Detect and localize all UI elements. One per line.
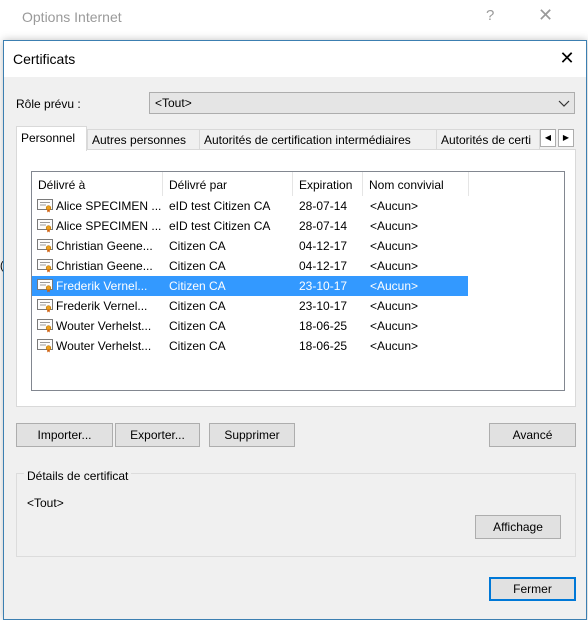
- remove-button[interactable]: Supprimer: [209, 423, 295, 447]
- cell-issued-by: Citizen CA: [169, 279, 226, 293]
- chevron-down-icon: [558, 100, 570, 107]
- cell-expiration: 28-07-14: [299, 219, 348, 233]
- tab-scroll-right-button[interactable]: ▶: [558, 129, 574, 147]
- advanced-button[interactable]: Avancé: [489, 423, 576, 447]
- tab-label: Autorités de certi: [441, 133, 532, 147]
- cell-friendly-name: <Aucun>: [370, 259, 419, 273]
- cell-friendly-name: <Aucun>: [370, 339, 419, 353]
- tab-root-ca[interactable]: Autorités de certi: [436, 129, 540, 150]
- cell-issued-by: eID test Citizen CA: [169, 199, 271, 213]
- cell-issued-to: Frederik Vernel...: [56, 299, 148, 313]
- column-header-issued-to[interactable]: Délivré à: [32, 172, 163, 196]
- column-header-expiration[interactable]: Expiration: [293, 172, 363, 196]
- certificate-details-value: <Tout>: [27, 496, 64, 510]
- cell-friendly-name: <Aucun>: [370, 199, 419, 213]
- cell-issued-by: Citizen CA: [169, 259, 226, 273]
- certificate-icon: [37, 219, 53, 233]
- column-header-issued-by[interactable]: Délivré par: [163, 172, 293, 196]
- cell-friendly-name: <Aucun>: [370, 299, 419, 313]
- background-close-icon[interactable]: ✕: [538, 5, 553, 26]
- certificate-row[interactable]: Christian Geene... Citizen CA 04-12-17 <Auc…: [32, 256, 468, 276]
- certificate-icon: [37, 319, 53, 333]
- cell-issued-to: Frederik Vernel...: [56, 279, 148, 293]
- tab-panel-personnel: Délivré à Délivré par Expiration Nom con…: [16, 149, 576, 407]
- certificate-icon: [37, 239, 53, 253]
- certificate-row[interactable]: Wouter Verhelst... Citizen CA 18-06-25 <Auc…: [32, 336, 468, 356]
- cell-friendly-name: <Aucun>: [370, 219, 419, 233]
- dialog-titlebar: Certificats ✕: [4, 41, 586, 77]
- cell-issued-by: Citizen CA: [169, 239, 226, 253]
- intended-role-select[interactable]: <Tout>: [149, 92, 575, 114]
- export-button[interactable]: Exporter...: [115, 423, 200, 447]
- certificates-dialog: Certificats ✕ Rôle prévu : <Tout> Person…: [3, 40, 587, 620]
- cell-issued-by: Citizen CA: [169, 339, 226, 353]
- tab-strip: Personnel Autres personnes Autorités de …: [16, 126, 576, 151]
- cell-issued-by: Citizen CA: [169, 299, 226, 313]
- cell-issued-to: Christian Geene...: [56, 259, 153, 273]
- dialog-title: Certificats: [13, 51, 76, 67]
- certificate-icon: [37, 299, 53, 313]
- cell-expiration: 18-06-25: [299, 339, 348, 353]
- column-header-friendly-name[interactable]: Nom convivial: [363, 172, 469, 196]
- tab-intermediate-ca[interactable]: Autorités de certification intermédiaire…: [199, 129, 437, 150]
- cell-friendly-name: <Aucun>: [370, 239, 419, 253]
- cell-expiration: 04-12-17: [299, 259, 348, 273]
- certificate-row[interactable]: Christian Geene... Citizen CA 04-12-17 <Auc…: [32, 236, 468, 256]
- cell-friendly-name: <Aucun>: [370, 319, 419, 333]
- intended-role-value: <Tout>: [155, 96, 192, 110]
- cell-issued-by: Citizen CA: [169, 319, 226, 333]
- close-button[interactable]: Fermer: [489, 577, 576, 601]
- certificate-row[interactable]: Wouter Verhelst... Citizen CA 18-06-25 <Auc…: [32, 316, 468, 336]
- import-button[interactable]: Importer...: [16, 423, 113, 447]
- tab-label: Personnel: [21, 131, 76, 145]
- cell-expiration: 23-10-17: [299, 299, 348, 313]
- tab-autres-personnes[interactable]: Autres personnes: [87, 129, 200, 150]
- certificate-list[interactable]: Délivré à Délivré par Expiration Nom con…: [31, 171, 565, 391]
- tab-label: Autorités de certification intermédiaire…: [204, 133, 411, 147]
- background-help-icon[interactable]: ?: [486, 7, 494, 24]
- certificate-row[interactable]: Frederik Vernel... Citizen CA 23-10-17 <Auc…: [32, 276, 468, 296]
- tab-label: Autres personnes: [92, 133, 187, 147]
- certificate-row[interactable]: Alice SPECIMEN ... eID test Citizen CA 28-…: [32, 216, 468, 236]
- cell-expiration: 04-12-17: [299, 239, 348, 253]
- background-window-title: Options Internet: [22, 9, 122, 25]
- certificate-icon: [37, 199, 53, 213]
- tab-personnel[interactable]: Personnel: [16, 126, 87, 151]
- cell-expiration: 18-06-25: [299, 319, 348, 333]
- certificate-icon: [37, 259, 53, 273]
- cell-issued-to: Wouter Verhelst...: [56, 339, 152, 353]
- intended-role-label: Rôle prévu :: [16, 97, 81, 111]
- certificate-row[interactable]: Alice SPECIMEN ... eID test Citizen CA 28-…: [32, 196, 468, 216]
- certificate-icon: [37, 339, 53, 353]
- dialog-close-icon[interactable]: ✕: [556, 47, 578, 69]
- certificate-details-label: Détails de certificat: [24, 469, 132, 483]
- cell-issued-to: Alice SPECIMEN ...: [56, 199, 162, 213]
- certificate-icon: [37, 279, 53, 293]
- cell-issued-to: Christian Geene...: [56, 239, 153, 253]
- cell-issued-to: Wouter Verhelst...: [56, 319, 152, 333]
- certificate-row[interactable]: Frederik Vernel... Citizen CA 23-10-17 <Auc…: [32, 296, 468, 316]
- view-button[interactable]: Affichage: [475, 515, 561, 539]
- cell-expiration: 23-10-17: [299, 279, 348, 293]
- cell-friendly-name: <Aucun>: [370, 279, 419, 293]
- tab-scroll-left-button[interactable]: ◀: [540, 129, 556, 147]
- cell-expiration: 28-07-14: [299, 199, 348, 213]
- cell-issued-to: Alice SPECIMEN ...: [56, 219, 162, 233]
- cell-issued-by: eID test Citizen CA: [169, 219, 271, 233]
- list-header: Délivré à Délivré par Expiration Nom con…: [32, 172, 470, 196]
